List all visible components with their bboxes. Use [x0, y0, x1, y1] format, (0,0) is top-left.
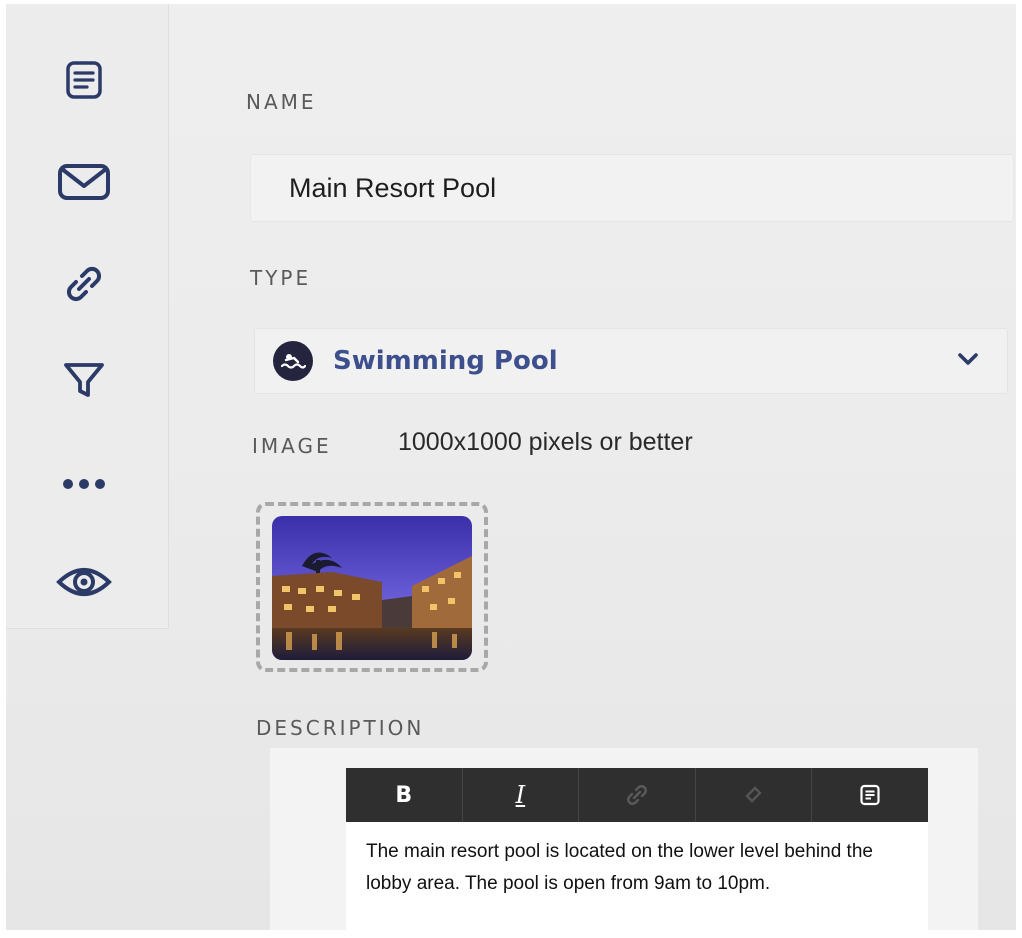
swimming-pool-icon [273, 341, 313, 381]
image-label: IMAGE [252, 434, 332, 458]
format-block-button[interactable] [812, 768, 928, 822]
document-icon [66, 61, 102, 99]
link-button[interactable] [579, 768, 696, 822]
bold-button[interactable]: B [346, 768, 463, 822]
sidebar [6, 4, 169, 629]
bold-icon: B [395, 782, 413, 808]
sidebar-item-filter[interactable] [56, 352, 112, 408]
sidebar-item-more[interactable] [56, 456, 112, 512]
screen: NAME Main Resort Pool TYPE Swimming Pool… [6, 4, 1016, 930]
unlink-icon [744, 786, 762, 803]
filter-icon [64, 363, 104, 397]
type-value: Swimming Pool [333, 346, 558, 376]
italic-icon: I [515, 781, 526, 809]
eye-icon [56, 568, 112, 596]
unlink-button[interactable] [696, 768, 813, 822]
link-icon [627, 785, 647, 805]
description-textarea[interactable]: The main resort pool is located on the l… [346, 822, 928, 930]
description-label: DESCRIPTION [256, 716, 425, 740]
document-icon [860, 784, 880, 806]
name-label: NAME [246, 90, 317, 114]
sidebar-item-preview[interactable] [56, 554, 112, 610]
type-select[interactable]: Swimming Pool [254, 328, 1008, 394]
more-icon [63, 479, 105, 489]
image-size-hint: 1000x1000 pixels or better [398, 428, 693, 456]
pool-image-thumbnail[interactable] [272, 516, 472, 660]
sidebar-item-link[interactable] [56, 256, 112, 312]
chevron-down-icon [958, 353, 978, 365]
italic-button[interactable]: I [463, 768, 580, 822]
name-input[interactable]: Main Resort Pool [250, 154, 1014, 222]
editor-toolbar: B I [346, 768, 928, 822]
mail-icon [58, 164, 110, 200]
sidebar-item-document[interactable] [56, 52, 112, 108]
link-icon [66, 266, 102, 302]
type-label: TYPE [250, 266, 312, 290]
sidebar-item-mail[interactable] [56, 154, 112, 210]
